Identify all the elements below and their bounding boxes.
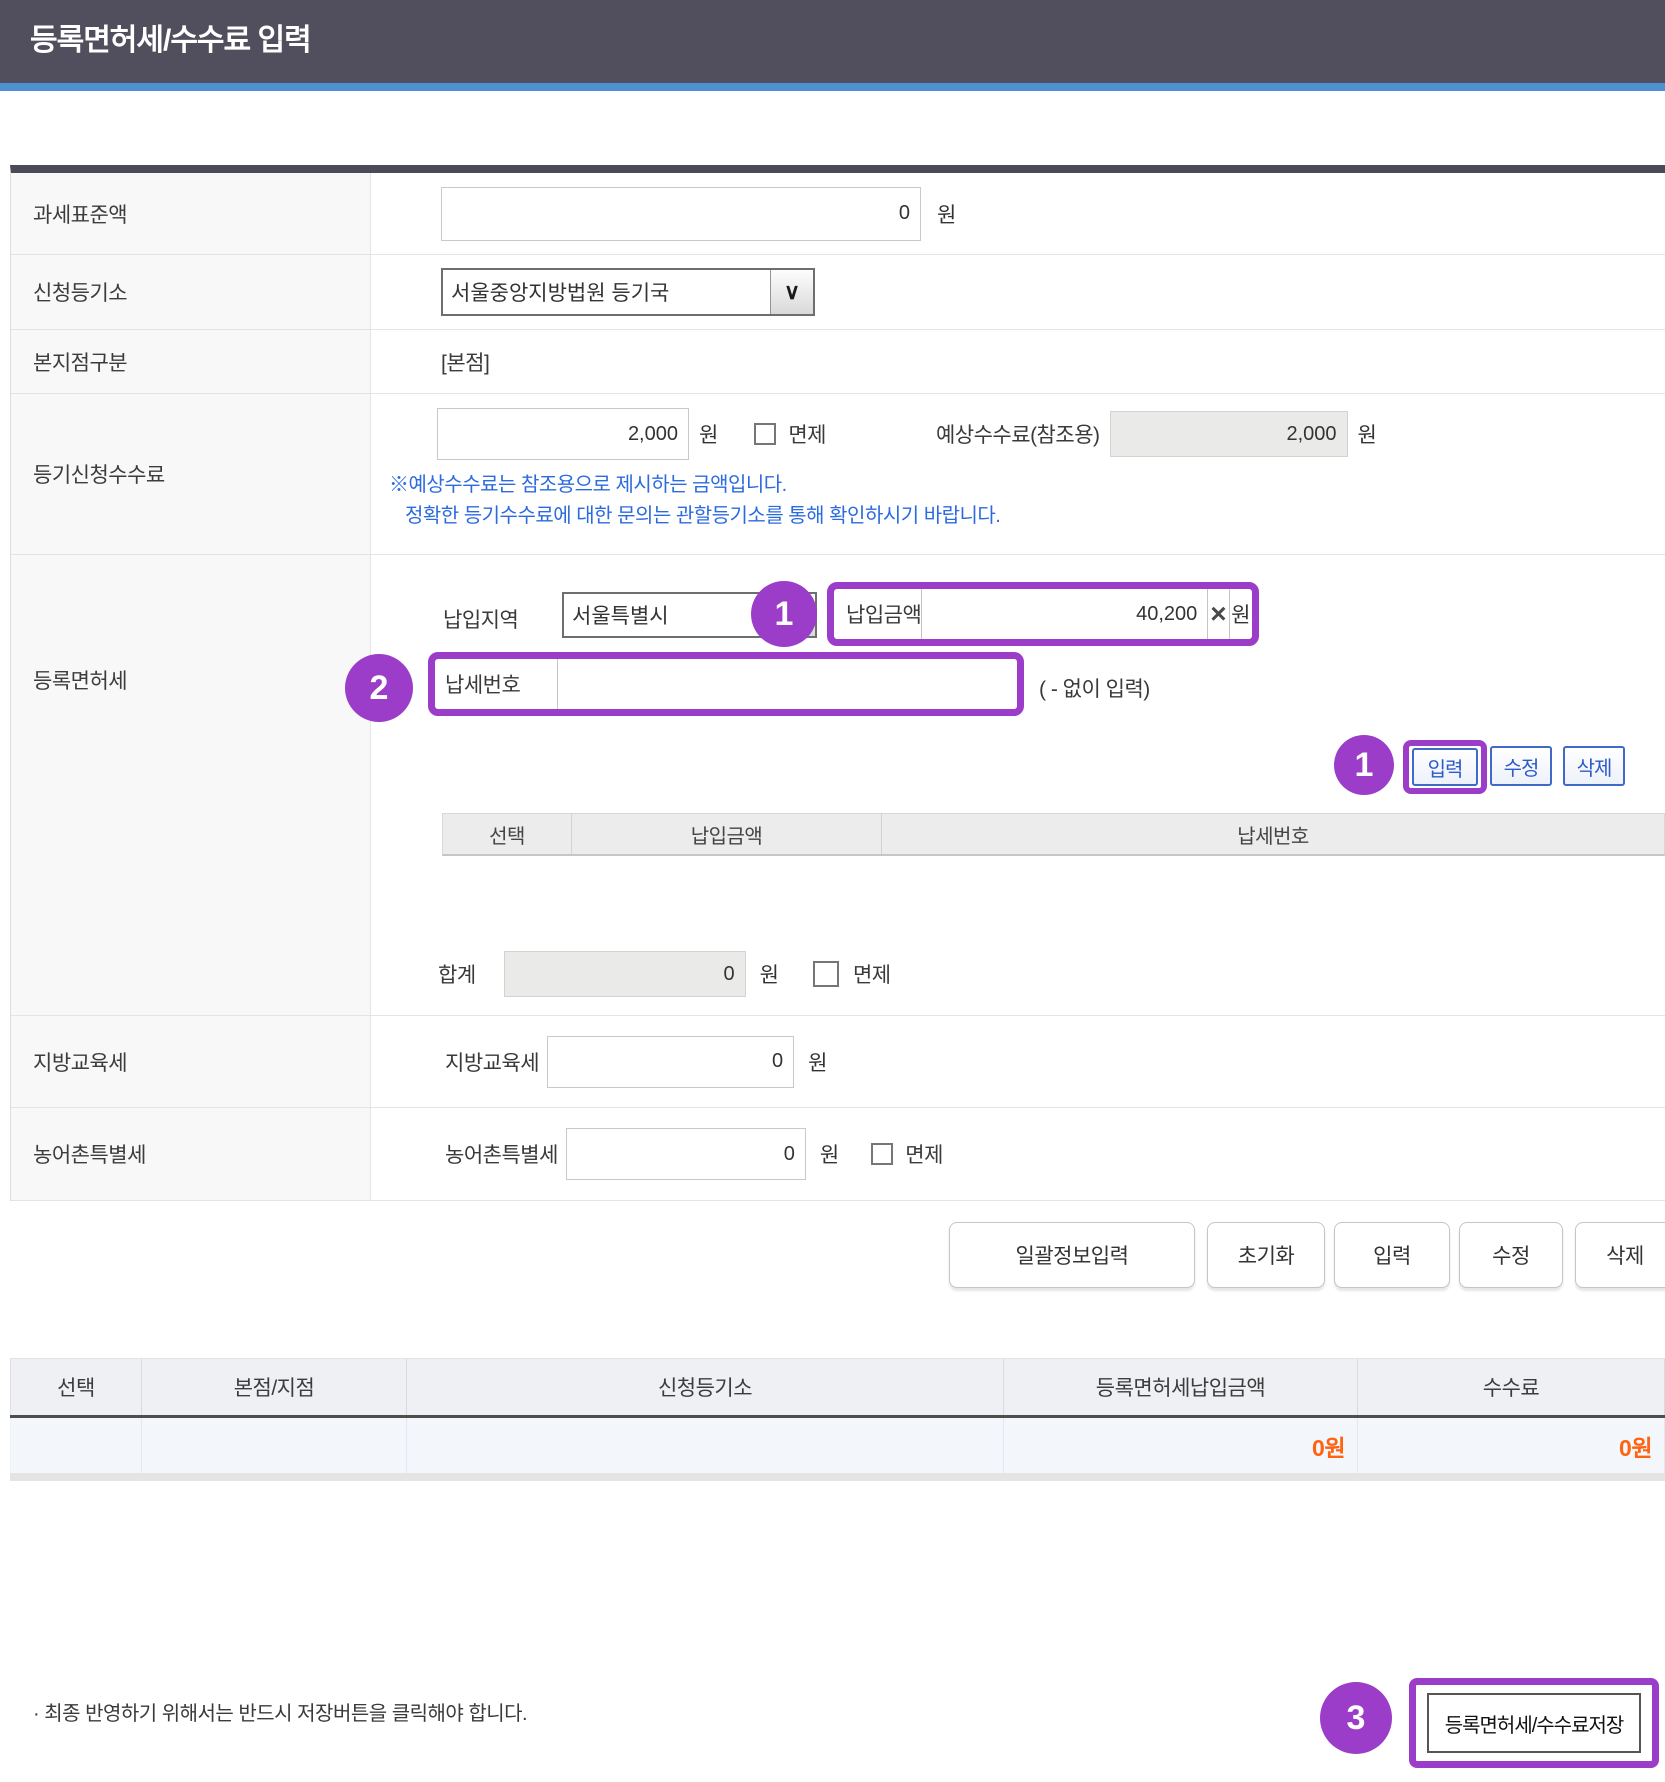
summary-cell-select (11, 1418, 142, 1473)
summary-header-license-tax: 등록면허세납입금액 (1004, 1359, 1358, 1415)
estimate-fee-label: 예상수수료(참조용) (936, 419, 1100, 449)
payment-amount-label: 납입금액 (834, 589, 921, 639)
row-application-fee: 등기신청수수료 원 면제 예상수수료(참조용) 원 ※예상수수료는 참조용으로 … (11, 394, 1665, 555)
summary-table-header: 선택 본점/지점 신청등기소 등록면허세납입금액 수수료 (10, 1358, 1665, 1415)
step-3-badge: 3 (1320, 1682, 1392, 1754)
license-tax-delete-button[interactable]: 삭제 (1563, 746, 1625, 786)
page-title: 등록면허세/수수료 입력 (0, 0, 1665, 58)
summary-cell-branch (142, 1418, 407, 1473)
step-2-badge: 2 (345, 654, 413, 722)
rural-special-tax-input[interactable] (566, 1128, 806, 1180)
registry-office-label: 신청등기소 (11, 255, 371, 329)
local-edu-tax-unit: 원 (808, 1047, 827, 1077)
tax-number-label: 납세번호 (435, 659, 557, 709)
payment-amount-unit: 원 (1229, 589, 1252, 639)
reset-button[interactable]: 초기화 (1207, 1222, 1325, 1288)
branch-type-value: [본점] (441, 347, 489, 377)
tax-number-hint: ( - 없이 입력) (1039, 673, 1150, 703)
license-tax-total-input (504, 951, 746, 997)
payment-region-selected: 서울특별시 (564, 594, 772, 636)
payment-amount-highlight: 납입금액 × 원 (827, 582, 1259, 646)
summary-header-branch: 본점/지점 (142, 1359, 407, 1415)
rural-special-tax-exempt-checkbox[interactable] (871, 1143, 893, 1165)
tax-number-highlight: 납세번호 (428, 652, 1024, 716)
application-fee-label: 등기신청수수료 (11, 394, 371, 554)
row-license-tax: 등록면허세 납입지역 서울특별시 ∨ 1 납입금액 × 원 2 (11, 555, 1665, 1016)
grid-header-amount: 납입금액 (572, 814, 882, 854)
step-1-badge: 1 (1334, 735, 1394, 795)
summary-cell-license-tax: 0원 (1004, 1418, 1358, 1473)
license-tax-input-button[interactable]: 입력 (1412, 748, 1478, 786)
license-tax-label: 등록면허세 (11, 555, 371, 1015)
grid-header-select: 선택 (443, 814, 572, 854)
row-local-edu-tax: 지방교육세 지방교육세 원 (11, 1016, 1665, 1108)
rural-special-tax-field-label: 농어촌특별세 (445, 1139, 558, 1169)
summary-header-registry: 신청등기소 (407, 1359, 1004, 1415)
application-fee-exempt-label: 면제 (788, 419, 826, 449)
summary-table-bottom-edge (10, 1473, 1665, 1481)
rural-special-tax-unit: 원 (820, 1139, 839, 1169)
license-tax-exempt-label: 면제 (853, 959, 891, 989)
edit-button[interactable]: 수정 (1459, 1222, 1563, 1288)
bulk-input-button[interactable]: 일괄정보입력 (949, 1222, 1195, 1288)
dropdown-arrow-icon[interactable]: ∨ (770, 270, 813, 314)
row-branch-type: 본지점구분 [본점] (11, 330, 1665, 394)
save-button[interactable]: 등록면허세/수수료저장 (1427, 1693, 1641, 1753)
tax-fee-form: 과세표준액 원 신청등기소 서울중앙지방법원 등기국 ∨ (10, 165, 1665, 1201)
summary-header-fee: 수수료 (1358, 1359, 1665, 1415)
fee-note-line2: 정확한 등기수수료에 대한 문의는 관할등기소를 통해 확인하시기 바랍니다. (389, 501, 1665, 532)
fee-note-line1: ※예상수수료는 참조용으로 제시하는 금액입니다. (389, 470, 1665, 501)
estimate-fee-unit: 원 (1358, 419, 1377, 449)
local-edu-tax-label: 지방교육세 (11, 1016, 371, 1107)
summary-table-row[interactable]: 0원 0원 (10, 1418, 1665, 1473)
input-button[interactable]: 입력 (1334, 1222, 1450, 1288)
license-tax-total-unit: 원 (760, 959, 779, 989)
clear-icon[interactable]: × (1207, 589, 1228, 639)
license-tax-edit-button[interactable]: 수정 (1490, 746, 1552, 786)
row-registry-office: 신청등기소 서울중앙지방법원 등기국 ∨ (11, 255, 1665, 330)
local-edu-tax-input[interactable] (547, 1036, 794, 1088)
license-tax-exempt-checkbox[interactable] (813, 961, 839, 987)
estimate-fee-input (1110, 411, 1348, 457)
application-fee-unit: 원 (699, 419, 718, 449)
license-tax-grid-header: 선택 납입금액 납세번호 (442, 813, 1665, 856)
row-rural-special-tax: 농어촌특별세 농어촌특별세 원 면제 (11, 1108, 1665, 1201)
tax-base-label: 과세표준액 (11, 173, 371, 254)
step-1-badge: 1 (751, 581, 817, 647)
tax-base-input[interactable] (441, 187, 921, 241)
page-header: 등록면허세/수수료 입력 (0, 0, 1665, 91)
grid-header-tax-number: 납세번호 (882, 814, 1664, 854)
save-button-highlight: 등록면허세/수수료저장 (1409, 1678, 1659, 1768)
summary-cell-registry (407, 1418, 1004, 1473)
rural-special-tax-exempt-label: 면제 (905, 1139, 943, 1169)
rural-special-tax-label: 농어촌특별세 (11, 1108, 371, 1200)
page: 등록면허세/수수료 입력 과세표준액 원 신청등기소 서울중앙지방법원 등기국 … (0, 0, 1665, 1782)
application-fee-exempt-checkbox[interactable] (754, 423, 776, 445)
application-fee-input[interactable] (437, 408, 689, 460)
summary-header-select: 선택 (11, 1359, 142, 1415)
input-button-highlight: 입력 (1403, 740, 1487, 794)
payment-amount-input[interactable] (921, 589, 1207, 639)
registry-office-select[interactable]: 서울중앙지방법원 등기국 ∨ (441, 268, 815, 316)
summary-cell-fee: 0원 (1358, 1418, 1665, 1473)
branch-type-label: 본지점구분 (11, 330, 371, 393)
payment-region-label: 납입지역 (443, 604, 518, 634)
tax-base-unit: 원 (937, 199, 956, 229)
summary-table: 선택 본점/지점 신청등기소 등록면허세납입금액 수수료 0원 0원 (10, 1358, 1665, 1481)
license-tax-total-label: 합계 (438, 959, 476, 989)
row-tax-base: 과세표준액 원 (11, 173, 1665, 255)
registry-office-selected: 서울중앙지방법원 등기국 (443, 270, 770, 314)
save-note: · 최종 반영하기 위해서는 반드시 저장버튼을 클릭해야 합니다. (33, 1697, 527, 1726)
tax-number-input[interactable] (557, 659, 1017, 709)
delete-button[interactable]: 삭제 (1575, 1222, 1665, 1288)
local-edu-tax-field-label: 지방교육세 (445, 1047, 539, 1077)
